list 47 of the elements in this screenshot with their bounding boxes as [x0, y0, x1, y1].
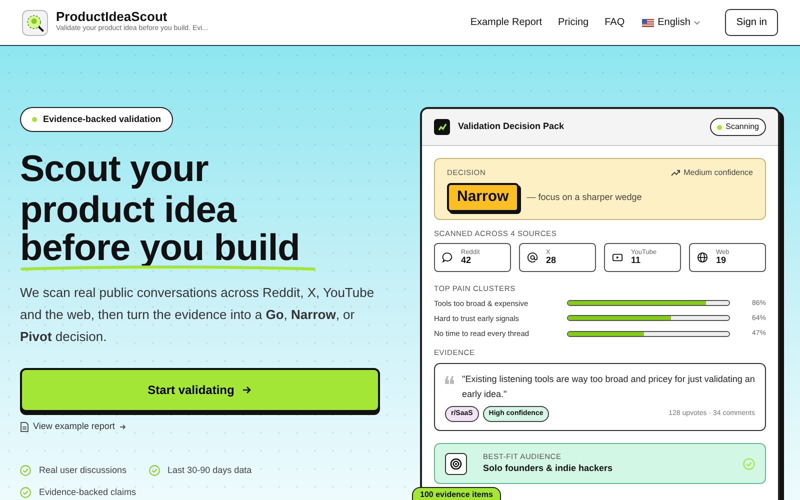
feature-label: Real user discussions: [39, 464, 127, 477]
check-icon: [20, 486, 31, 498]
status-pill: Scanning: [710, 118, 766, 136]
verdict-badge: Narrow: [447, 183, 519, 212]
target-icon: [445, 452, 467, 474]
source-count: 28: [546, 256, 556, 266]
flag-icon: [642, 18, 654, 26]
headline-line: product idea: [20, 189, 236, 230]
intro-paragraph: We scan real public conversations across Reddit, X, YouTube and the web, then turn the evidence into a Go, Narrow, or Pivot decision.: [20, 284, 376, 346]
arrow-icon: [242, 385, 252, 396]
globe-icon: [697, 252, 708, 264]
source-count: 11: [631, 256, 642, 266]
feature-label: Evidence-backed claims: [39, 486, 136, 498]
video-play-icon: [612, 252, 623, 264]
feature-label: Last 30-90 days data: [168, 464, 252, 477]
headline-line: Scout your: [20, 148, 208, 190]
source-count: 19: [716, 256, 728, 266]
nav-link[interactable]: FAQ: [604, 15, 625, 30]
at-sign-icon: [527, 252, 538, 264]
headline-line: before you build: [20, 230, 300, 266]
caret-icon: [694, 20, 700, 24]
view-example-report-link[interactable]: View example report: [20, 420, 127, 434]
start-validating-button[interactable]: Start validating: [20, 368, 380, 412]
nav-link[interactable]: Pricing: [558, 15, 589, 30]
evidence-quote: "Existing listening tools are way too broad and pricey for just validating an early idea.": [462, 372, 755, 401]
status-dot: [32, 117, 37, 122]
hero-badge: Evidence-backed validation: [20, 106, 174, 132]
evidence-count-badge: 100 evidence items: [412, 487, 501, 500]
sign-in-button[interactable]: Sign in: [725, 9, 778, 36]
source-count: 42: [461, 256, 472, 266]
audience-value: Solo founders & indie hackers: [483, 462, 614, 476]
trend-icon: [670, 170, 680, 176]
verdict-note: — focus on a sharper wedge: [526, 190, 642, 204]
check-icon: [148, 465, 160, 476]
brand-name[interactable]: ProductIdeaScout: [56, 10, 208, 24]
logo-icon[interactable]: [22, 10, 48, 36]
check-icon: [743, 458, 755, 470]
document-icon: [20, 422, 29, 432]
arrow-icon: [118, 423, 127, 431]
chat-bubble-icon: [442, 252, 453, 264]
confidence-label: Medium confidence: [670, 167, 753, 179]
status-dot: [716, 124, 722, 130]
check-icon: [20, 465, 31, 476]
language-selector[interactable]: English: [640, 14, 702, 31]
nav-link[interactable]: Example Report: [470, 15, 542, 30]
quote-icon: [445, 376, 454, 384]
card-title: Validation Decision Pack: [458, 120, 564, 134]
